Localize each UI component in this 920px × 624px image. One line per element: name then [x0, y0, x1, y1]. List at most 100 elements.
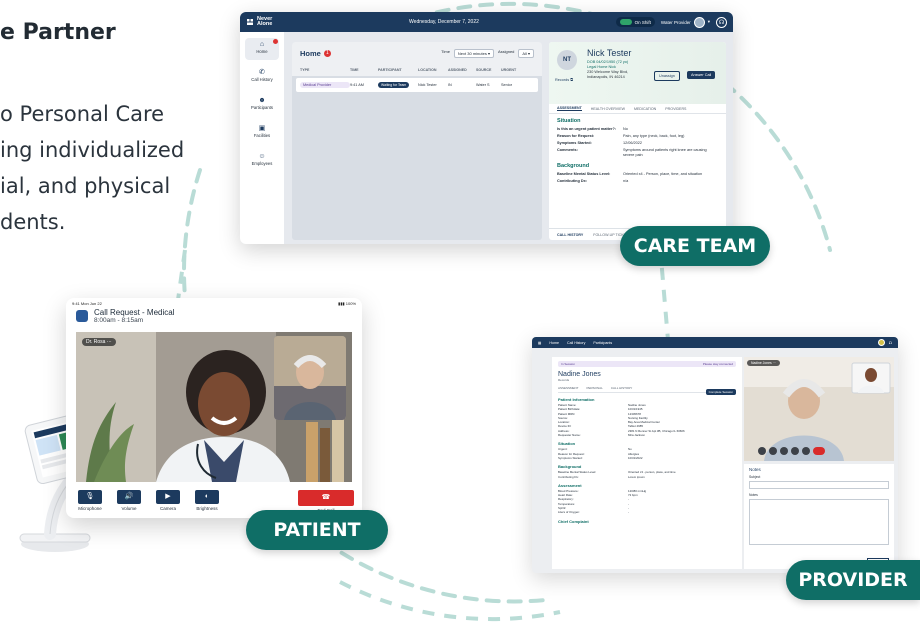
assessment-heading: Assessment [558, 482, 582, 488]
field-value: No [623, 127, 628, 131]
more-icon[interactable] [802, 447, 810, 455]
sidebar-item-participants[interactable]: ☻ Participants [245, 94, 279, 116]
records-link[interactable]: Records [558, 378, 736, 382]
tab-personal[interactable]: PERSONAL [587, 386, 603, 390]
field-label: Baseline Mental Status Level: [557, 172, 611, 176]
home-count-badge: 1 [323, 49, 331, 57]
table-cell: Water S [476, 83, 490, 87]
column-header: ASSIGNED [448, 68, 467, 72]
sidebar-item-call-history[interactable]: ✆ Call History [245, 66, 279, 88]
records-link[interactable]: Records ⧉ [555, 78, 573, 82]
provider-nav-home[interactable]: Home [549, 341, 559, 345]
shift-toggle[interactable]: On Shift [615, 17, 655, 27]
tab-call-history[interactable]: CALL HISTORY [611, 386, 632, 390]
sidebar-item-home[interactable]: ⌂ Home [245, 38, 279, 60]
filter-value: Next 30 minutes [457, 50, 487, 56]
camera-icon[interactable] [780, 447, 788, 455]
field-label: Contributing Dx: [558, 474, 579, 479]
tab-providers[interactable]: PROVIDERS [665, 107, 686, 111]
self-view-pip[interactable] [274, 336, 346, 420]
shift-status: On Shift [634, 19, 651, 25]
lead-line: ial, and physical [0, 174, 171, 198]
home-filters: Time Next 30 minutes ▾ Assigned All ▾ [441, 48, 534, 58]
column-header: LOCATION [418, 68, 437, 72]
call-header: Call Request - Medical 8:00am - 8:15am [76, 308, 174, 324]
column-header: URGENT [501, 68, 517, 72]
field-value: Oriented x4 - Person, place, time, and s… [623, 172, 703, 176]
control-label: Volume [121, 506, 137, 511]
assigned-filter-select[interactable]: All ▾ [518, 48, 534, 58]
tab-health-overview[interactable]: HEALTH OVERVIEW [591, 107, 625, 111]
provider-nav-call-history[interactable]: Call History [567, 341, 585, 345]
avatar[interactable] [693, 16, 705, 28]
chevron-down-icon: ▾ [707, 19, 710, 24]
unassign-button[interactable]: Unassign [654, 71, 680, 81]
tab-assessment[interactable]: ASSESSMENT [557, 106, 582, 111]
background-heading: Background [557, 163, 590, 169]
volume-icon: 🔊 [117, 490, 141, 504]
table-cell: IN [448, 83, 452, 87]
battery-status: ▮▮▮ 100% [338, 301, 356, 306]
time-filter-select[interactable]: Next 30 minutes ▾ [453, 48, 494, 58]
filter-value: All [522, 50, 527, 56]
participant-info: DOB 04/02/1950 (72 yo) Legal Home Nick 2… [587, 60, 628, 80]
headset-icon[interactable]: ☊ [889, 341, 892, 345]
subject-input[interactable] [749, 481, 889, 489]
section-lead: o Personal Care ing individualized ial, … [0, 96, 260, 240]
avatar[interactable] [877, 339, 885, 346]
complete-session-button[interactable]: Complete Session [705, 389, 736, 395]
phone-icon: ✆ [259, 69, 265, 76]
signal-icon: ▮▮▮ [338, 301, 345, 306]
toggle-switch[interactable] [619, 19, 632, 25]
info-row: Requester Name: Mira Jackson [558, 433, 736, 437]
lead-line: o Personal Care [0, 102, 165, 126]
battery-percent: 100% [345, 301, 356, 306]
tab-call-history[interactable]: CALL HISTORY [557, 233, 583, 237]
column-header: TIME [350, 68, 359, 72]
sidebar-item-label: Home [256, 49, 268, 54]
tab-assessment[interactable]: ASSESSMENT [558, 386, 579, 390]
provider-user-menu[interactable]: ☊ [877, 339, 892, 346]
brightness-icon[interactable] [791, 447, 799, 455]
camera-button[interactable]: ▶ Camera [154, 490, 182, 511]
more-icon: ⋯ [106, 339, 112, 345]
headset-icon[interactable]: ☊ [716, 16, 727, 28]
status-badge: Waiting for Team [378, 82, 410, 88]
control-label: Brightness [196, 506, 218, 511]
sidebar-item-label: Facilities [253, 133, 271, 138]
microphone-icon[interactable] [758, 447, 766, 455]
hang-up-icon[interactable] [813, 447, 825, 455]
sidebar: ⌂ Home ✆ Call History ☻ Participants ▣ Facil… [240, 32, 284, 244]
tab-medication[interactable]: MEDICATION [634, 107, 656, 111]
call-controls: 🎙 Microphone 🔊 Volume ▶ Camera ◐ Brightness [76, 490, 221, 511]
field-value: Symptoms around patients right knee are … [623, 148, 707, 157]
column-header: TYPE [300, 68, 310, 72]
answer-call-button[interactable]: Answer Call [687, 71, 716, 79]
banner-left: In Session [561, 362, 576, 366]
situation-heading: Situation [558, 441, 576, 447]
sidebar-item-label: Employees [251, 161, 273, 166]
care-team-badge: CARE TEAM [620, 226, 770, 266]
hang-up-icon: ☎ [298, 490, 354, 506]
background-row: Contributing Dx: Lorem ipsum [558, 475, 736, 479]
participant-name: Nick Tester [587, 48, 632, 58]
filter-time-label: Time [441, 48, 450, 54]
table-cell: Nick Tester [418, 83, 437, 87]
provider-nav-participants[interactable]: Participants [593, 341, 612, 345]
sidebar-item-employees[interactable]: ☺ Employees [245, 150, 279, 172]
building-icon: ▣ [258, 125, 266, 132]
background-row: Contributing Dx: n/a [549, 178, 726, 185]
participant-name-tag: Dr. Rosa ⋯ [82, 338, 116, 346]
microphone-button[interactable]: 🎙 Microphone [76, 490, 104, 511]
table-row[interactable]: Medical Provider 9:41 AM Waiting for Tea… [296, 78, 538, 92]
provider-menu[interactable]: Water Provider ▾ [661, 16, 710, 28]
sidebar-item-facilities[interactable]: ▣ Facilities [245, 122, 279, 144]
volume-button[interactable]: 🔊 Volume [115, 490, 143, 511]
section-headline: e Partner [0, 20, 116, 45]
avatar: NT [557, 50, 577, 70]
notes-textarea[interactable] [749, 499, 889, 545]
brightness-button[interactable]: ◐ Brightness [193, 490, 221, 511]
volume-icon[interactable] [769, 447, 777, 455]
patient-video-illustration [744, 357, 894, 461]
microphone-icon: 🎙 [78, 490, 102, 504]
